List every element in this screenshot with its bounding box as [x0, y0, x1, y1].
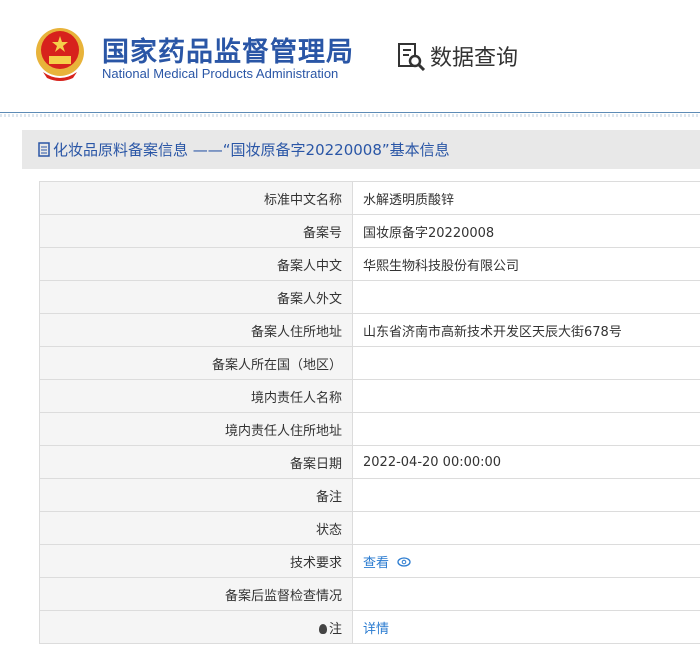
field-label: 境内责任人住所地址 — [40, 413, 353, 446]
table-row: 注 详情 — [40, 611, 700, 644]
panel-title: 化妆品原料备案信息 ——“国妆原备字20220008”基本信息 — [53, 139, 450, 160]
field-value-text: 2022-04-20 00:00:00 — [363, 455, 501, 470]
eye-icon[interactable] — [397, 557, 411, 567]
table-row: 标准中文名称 水解透明质酸锌 — [40, 182, 700, 215]
table-row: 备案人外文 — [40, 281, 700, 314]
table-row: 备案人所在国（地区） — [40, 347, 700, 380]
document-search-icon — [396, 41, 426, 71]
field-label: 备案人外文 — [40, 281, 353, 314]
field-value: 查看 — [353, 545, 700, 578]
divider — [0, 112, 700, 113]
field-label: 备案日期 — [40, 446, 353, 479]
info-panel: 化妆品原料备案信息 ——“国妆原备字20220008”基本信息 标准中文名称 水解… — [22, 130, 700, 663]
table-row: 备案后监督检查情况 — [40, 578, 700, 611]
field-label: 备案号 — [40, 215, 353, 248]
field-value: 水解透明质酸锌 — [353, 182, 700, 215]
field-value — [353, 281, 700, 314]
national-emblem-icon — [35, 26, 85, 82]
field-label: 备案后监督检查情况 — [40, 578, 353, 611]
field-label: 技术要求 — [40, 545, 353, 578]
data-query-link[interactable]: 数据查询 — [396, 40, 518, 72]
field-label: 注 — [40, 611, 353, 644]
field-label: 状态 — [40, 512, 353, 545]
field-label-text: 境内责任人名称 — [251, 391, 342, 406]
lightbulb-icon — [319, 624, 327, 634]
field-label: 备注 — [40, 479, 353, 512]
table-row: 备注 — [40, 479, 700, 512]
field-label-text: 备案人中文 — [277, 259, 342, 274]
info-table: 标准中文名称 水解透明质酸锌备案号 国妆原备字20220008 备案人中文 华熙生物科技… — [39, 181, 700, 644]
field-label: 境内责任人名称 — [40, 380, 353, 413]
field-value — [353, 347, 700, 380]
field-value: 详情 — [353, 611, 700, 644]
details-link[interactable]: 详情 — [363, 622, 389, 637]
field-label-text: 备注 — [316, 490, 342, 505]
field-value: 2022-04-20 00:00:00 — [353, 446, 700, 479]
data-query-label: 数据查询 — [430, 40, 518, 72]
field-label-text: 注 — [329, 622, 342, 637]
field-value — [353, 578, 700, 611]
field-value — [353, 413, 700, 446]
field-value-text: 华熙生物科技股份有限公司 — [363, 259, 519, 274]
document-icon — [38, 142, 50, 157]
field-label: 备案人住所地址 — [40, 314, 353, 347]
field-value: 华熙生物科技股份有限公司 — [353, 248, 700, 281]
field-label-text: 境内责任人住所地址 — [225, 424, 342, 439]
table-row: 境内责任人住所地址 — [40, 413, 700, 446]
field-label-text: 备案号 — [303, 226, 342, 241]
field-label-text: 备案人住所地址 — [251, 325, 342, 340]
field-label: 标准中文名称 — [40, 182, 353, 215]
field-label: 备案人中文 — [40, 248, 353, 281]
field-label-text: 技术要求 — [290, 556, 342, 571]
table-row: 备案人住所地址 山东省济南市高新技术开发区天辰大街678号 — [40, 314, 700, 347]
field-label-text: 状态 — [316, 523, 342, 538]
field-value-text: 山东省济南市高新技术开发区天辰大街678号 — [363, 325, 622, 340]
field-label-text: 标准中文名称 — [264, 193, 342, 208]
field-value-text: 水解透明质酸锌 — [363, 193, 454, 208]
table-row: 状态 — [40, 512, 700, 545]
panel-header: 化妆品原料备案信息 ——“国妆原备字20220008”基本信息 — [22, 130, 700, 169]
site-title-en: National Medical Products Administration — [102, 66, 338, 81]
table-row: 备案人中文 华熙生物科技股份有限公司 — [40, 248, 700, 281]
field-value: 国妆原备字20220008 — [353, 215, 700, 248]
field-value-text: 国妆原备字20220008 — [363, 226, 494, 241]
table-row: 技术要求 查看 — [40, 545, 700, 578]
divider-pattern — [0, 114, 700, 117]
field-value: 山东省济南市高新技术开发区天辰大街678号 — [353, 314, 700, 347]
table-row: 备案号 国妆原备字20220008 — [40, 215, 700, 248]
field-value — [353, 512, 700, 545]
site-title-cn: 国家药品监督管理局 — [102, 30, 354, 69]
table-row: 备案日期 2022-04-20 00:00:00 — [40, 446, 700, 479]
site-header: 国家药品监督管理局 National Medical Products Admi… — [0, 0, 700, 112]
view-link[interactable]: 查看 — [363, 556, 389, 571]
field-label-text: 备案日期 — [290, 457, 342, 472]
field-label-text: 备案人外文 — [277, 292, 342, 307]
field-label: 备案人所在国（地区） — [40, 347, 353, 380]
table-row: 境内责任人名称 — [40, 380, 700, 413]
field-label-text: 备案后监督检查情况 — [225, 589, 342, 604]
field-value — [353, 380, 700, 413]
field-value — [353, 479, 700, 512]
field-label-text: 备案人所在国（地区） — [212, 358, 342, 373]
